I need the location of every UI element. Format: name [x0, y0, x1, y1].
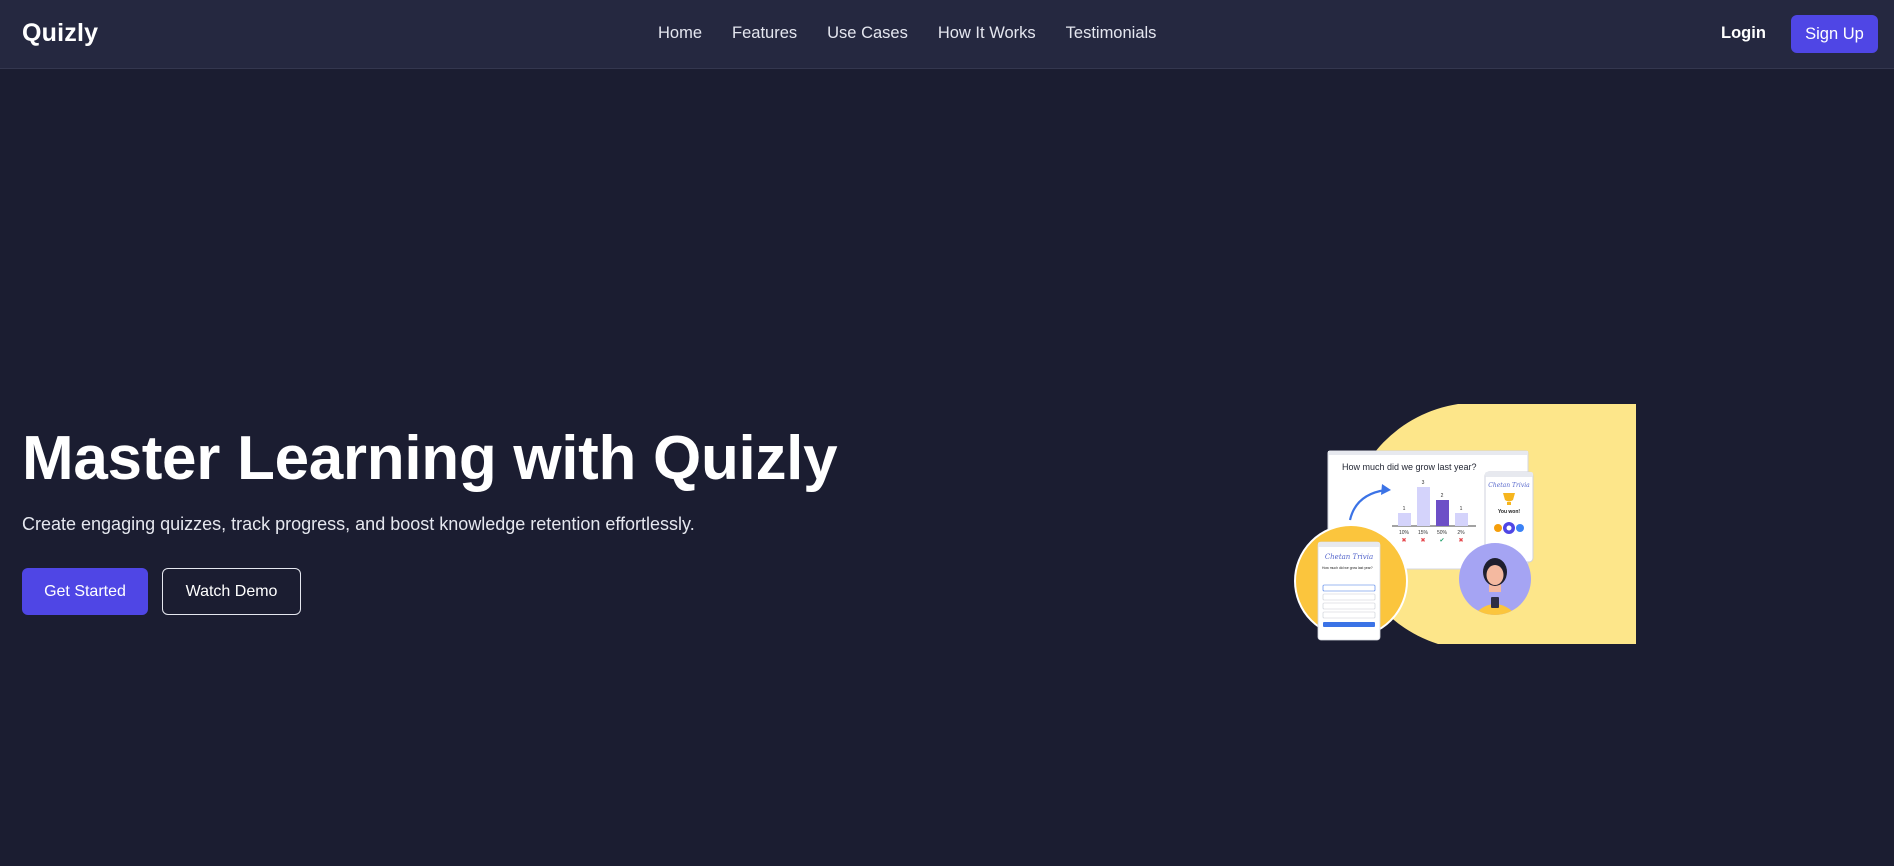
bar-label-4: 2%	[1457, 530, 1465, 536]
bar-label-3: 50%	[1437, 530, 1448, 536]
result-bar-3	[1436, 500, 1449, 526]
bar-count-3: 2	[1441, 493, 1444, 499]
signup-button[interactable]: Sign Up	[1791, 15, 1878, 53]
wrong-mark-icon: ✖	[1420, 537, 1425, 544]
wrong-mark-icon: ✖	[1458, 537, 1463, 544]
nav-link-home[interactable]: Home	[658, 24, 702, 43]
avatar-badge	[1516, 524, 1524, 532]
bar-count-1: 1	[1403, 506, 1406, 512]
phone-circle: Chetan Trivia How much did we grow last …	[1294, 524, 1408, 641]
bar-label-2: 15%	[1418, 530, 1429, 536]
result-bar-1	[1398, 513, 1411, 526]
phone-submit	[1323, 622, 1375, 627]
result-bar-2	[1417, 487, 1430, 526]
phone-option	[1322, 584, 1376, 592]
nav-link-how-it-works[interactable]: How It Works	[938, 24, 1036, 43]
hero-title: Master Learning with Quizly	[22, 424, 838, 493]
card-question: How much did we grow last year?	[1342, 462, 1477, 472]
watch-demo-button[interactable]: Watch Demo	[162, 568, 301, 615]
wrong-mark-icon: ✖	[1401, 537, 1406, 544]
result-card-app-name: Chetan Trivia	[1488, 482, 1530, 489]
nav-link-testimonials[interactable]: Testimonials	[1066, 24, 1157, 43]
phone-question: How much did we grow last year?	[1322, 566, 1373, 570]
nav-link-features[interactable]: Features	[732, 24, 797, 43]
phone-option	[1322, 611, 1376, 619]
result-bar-4	[1455, 513, 1468, 526]
top-navbar: Quizly Home Features Use Cases How It Wo…	[0, 0, 1894, 69]
bar-count-2: 3	[1422, 480, 1425, 486]
phone-option	[1322, 593, 1376, 601]
phone-option	[1322, 602, 1376, 610]
result-text: You won!	[1498, 509, 1520, 515]
correct-mark-icon: ✔	[1439, 538, 1444, 544]
bar-count-4: 1	[1460, 506, 1463, 512]
bar-label-1: 10%	[1399, 530, 1410, 536]
hero-illustration: How much did we grow last year? 1 3 2 1 …	[1290, 404, 1636, 644]
get-started-button[interactable]: Get Started	[22, 568, 148, 615]
avatar-badge	[1494, 524, 1502, 532]
nav-link-use-cases[interactable]: Use Cases	[827, 24, 908, 43]
hero-subtitle: Create engaging quizzes, track progress,…	[22, 514, 695, 534]
main-nav: Home Features Use Cases How It Works Tes…	[658, 24, 1156, 43]
login-link[interactable]: Login	[1721, 24, 1766, 43]
phone-app-name: Chetan Trivia	[1325, 553, 1373, 561]
brand-logo[interactable]: Quizly	[22, 19, 98, 48]
